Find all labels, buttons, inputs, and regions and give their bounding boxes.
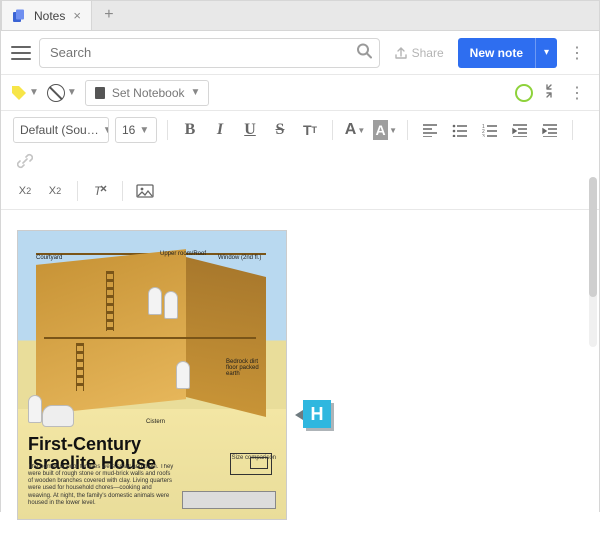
indent-button[interactable] — [538, 118, 562, 142]
highlight-color-button[interactable]: A▼ — [373, 118, 397, 142]
image-callout: Courtyard — [36, 255, 62, 261]
image-floorplan — [182, 483, 276, 509]
overflow-menu-icon[interactable]: ⋮ — [565, 43, 589, 63]
set-notebook-button[interactable]: Set Notebook ▼ — [85, 80, 210, 106]
image-caption: The homes of poor families were small an… — [28, 464, 176, 507]
vertical-scrollbar[interactable] — [589, 177, 597, 347]
new-note-dropdown[interactable]: ▾ — [535, 38, 557, 68]
italic-button[interactable]: I — [208, 118, 232, 142]
new-note-label: New note — [470, 46, 523, 60]
separator — [167, 120, 168, 140]
chevron-down-icon: ▼ — [191, 87, 201, 98]
share-label: Share — [412, 46, 444, 60]
sync-status-icon[interactable] — [515, 84, 533, 102]
numbered-list-button[interactable]: 123 — [478, 118, 502, 142]
align-left-button[interactable] — [418, 118, 442, 142]
tab-strip: Notes × + — [1, 1, 599, 31]
bold-button[interactable]: B — [178, 118, 202, 142]
subscript-button[interactable]: X2 — [13, 179, 37, 203]
search-input[interactable] — [39, 38, 380, 68]
top-toolbar: Share New note ▾ ⋮ — [1, 31, 599, 75]
notebook-label: Set Notebook — [112, 86, 185, 100]
clear-formatting-button[interactable]: T — [88, 179, 112, 203]
font-size-label: 16 — [122, 123, 135, 137]
tag-icon — [11, 85, 27, 101]
editor-canvas[interactable]: Courtyard Upper room/Roof Window (2nd fl… — [1, 210, 599, 542]
insert-image-button[interactable] — [133, 179, 157, 203]
insert-link-button[interactable] — [13, 149, 37, 173]
font-family-select[interactable]: Default (Sou…▼ — [13, 117, 109, 143]
underline-button[interactable]: U — [238, 118, 262, 142]
no-tag-icon — [47, 84, 65, 102]
note-overflow-menu-icon[interactable]: ⋮ — [565, 83, 589, 103]
bullet-list-button[interactable] — [448, 118, 472, 142]
strikethrough-button[interactable]: S — [268, 118, 292, 142]
search-field-wrap — [39, 38, 380, 68]
text-size-button[interactable]: TT — [298, 118, 322, 142]
menu-icon[interactable] — [11, 43, 31, 63]
format-toolbar: Default (Sou…▼ 16▼ B I U S TT A▼ A▼ 123 … — [1, 111, 599, 210]
new-note-button-group: New note ▾ — [458, 38, 557, 68]
embedded-image[interactable]: Courtyard Upper room/Roof Window (2nd fl… — [17, 230, 287, 520]
image-diagram-box — [230, 453, 272, 475]
text-color-button[interactable]: A▼ — [343, 118, 367, 142]
new-note-button[interactable]: New note — [458, 38, 535, 68]
scrollbar-thumb[interactable] — [589, 177, 597, 297]
annotation-letter: H — [311, 404, 324, 425]
tag-color-picker[interactable]: ▼ — [11, 85, 39, 101]
image-callout: Window (2nd fl.) — [218, 255, 261, 261]
notebook-icon — [94, 86, 106, 100]
separator — [77, 181, 78, 201]
separator — [122, 181, 123, 201]
image-callout: Upper room/Roof — [160, 251, 206, 257]
annotation-arrow-icon — [295, 410, 303, 420]
tab-title: Notes — [34, 9, 65, 23]
new-tab-button[interactable]: + — [92, 0, 126, 30]
font-size-select[interactable]: 16▼ — [115, 117, 157, 143]
chevron-down-icon: ▼ — [67, 87, 77, 98]
app-icon — [12, 9, 26, 23]
chevron-down-icon: ▼ — [29, 87, 39, 98]
meta-toolbar: ▼ ▼ Set Notebook ▼ ⋮ — [1, 75, 599, 111]
tab-close-icon[interactable]: × — [73, 9, 81, 22]
font-family-label: Default (Sou… — [20, 123, 99, 137]
superscript-button[interactable]: X2 — [43, 179, 67, 203]
separator — [572, 120, 573, 140]
separator — [407, 120, 408, 140]
image-callout: Bedrock dirt floor packed earth — [226, 359, 268, 377]
collapse-icon[interactable] — [541, 83, 557, 102]
image-callout: Cistern — [146, 419, 165, 425]
share-icon — [394, 46, 408, 60]
no-tag-button[interactable]: ▼ — [47, 84, 77, 102]
annotation-marker[interactable]: H — [303, 400, 337, 434]
svg-text:3: 3 — [482, 134, 485, 137]
search-icon[interactable] — [356, 42, 372, 63]
share-button[interactable]: Share — [388, 46, 450, 60]
outdent-button[interactable] — [508, 118, 532, 142]
tab-notes[interactable]: Notes × — [1, 0, 92, 30]
separator — [332, 120, 333, 140]
